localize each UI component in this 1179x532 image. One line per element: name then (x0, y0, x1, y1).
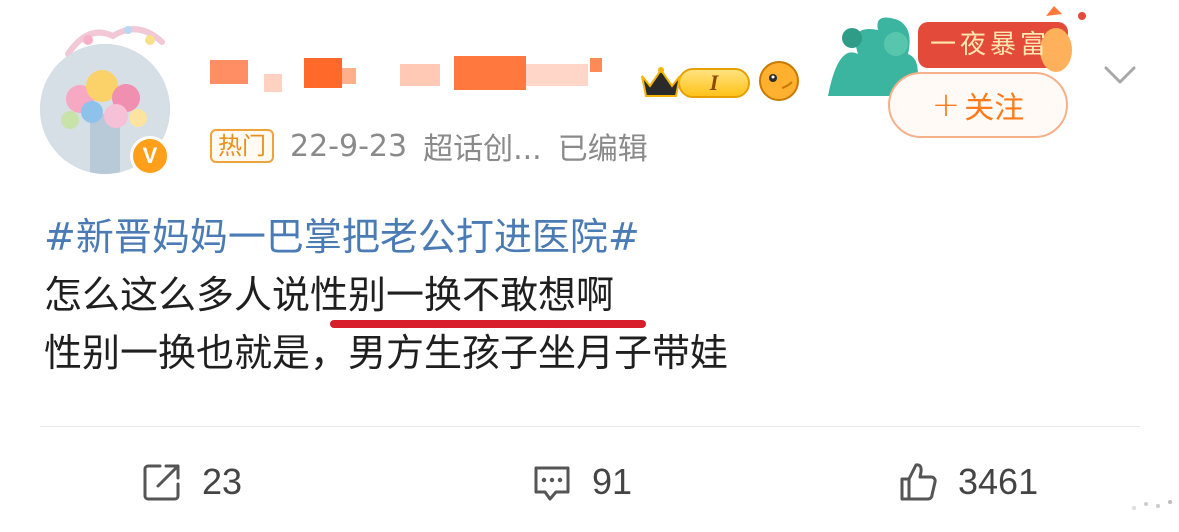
post-date: 22-9-23 (290, 128, 408, 164)
post-text-line-1: 怎么这么多人说性别一换不敢想啊 (44, 273, 615, 317)
hot-tag: 热门 (210, 129, 274, 163)
repost-button[interactable]: 23 (140, 452, 242, 512)
comment-button[interactable]: 91 (530, 452, 632, 512)
like-icon (900, 463, 937, 501)
like-button[interactable]: 3461 (896, 452, 1038, 512)
level-badge: I (638, 62, 750, 102)
chevron-down-icon[interactable] (1100, 60, 1140, 88)
post-meta: 热门 22-9-23 超话创... 已编辑 (210, 124, 648, 168)
fish-icon (759, 61, 799, 101)
username-masked[interactable] (204, 50, 634, 100)
watermark-dots (1132, 500, 1172, 510)
banner-text: 一夜暴富 (930, 30, 1051, 60)
follow-button[interactable]: + 关注 (888, 72, 1068, 138)
topic-link[interactable]: #新晋妈妈一巴掌把老公打进医院# (44, 208, 728, 266)
follow-label: 关注 (964, 91, 1025, 126)
post-text-line-2: 性别一换也就是，男方生孩子坐月子带娃 (44, 331, 729, 375)
red-underline-annotation (330, 320, 646, 328)
edited-label[interactable]: 已编辑 (558, 124, 648, 168)
verified-icon: V (130, 136, 170, 176)
post-source[interactable]: 超话创... (423, 124, 542, 168)
repost-icon (143, 464, 180, 501)
weibo-post-card: V I 一夜暴富 + 关注 热门 22-9-23 超话创... 已编辑 #新晋妈… (0, 0, 1179, 532)
post-content: #新晋妈妈一巴掌把老公打进医院# 怎么这么多人说性别一换不敢想啊 性别一换也就是… (44, 208, 728, 382)
repost-count: 23 (202, 461, 243, 502)
divider (40, 426, 1140, 427)
comment-count: 91 (592, 461, 633, 502)
crown-icon (641, 67, 681, 97)
comment-icon (534, 466, 570, 501)
plus-icon: + (931, 85, 961, 125)
level-value: I (678, 68, 750, 98)
